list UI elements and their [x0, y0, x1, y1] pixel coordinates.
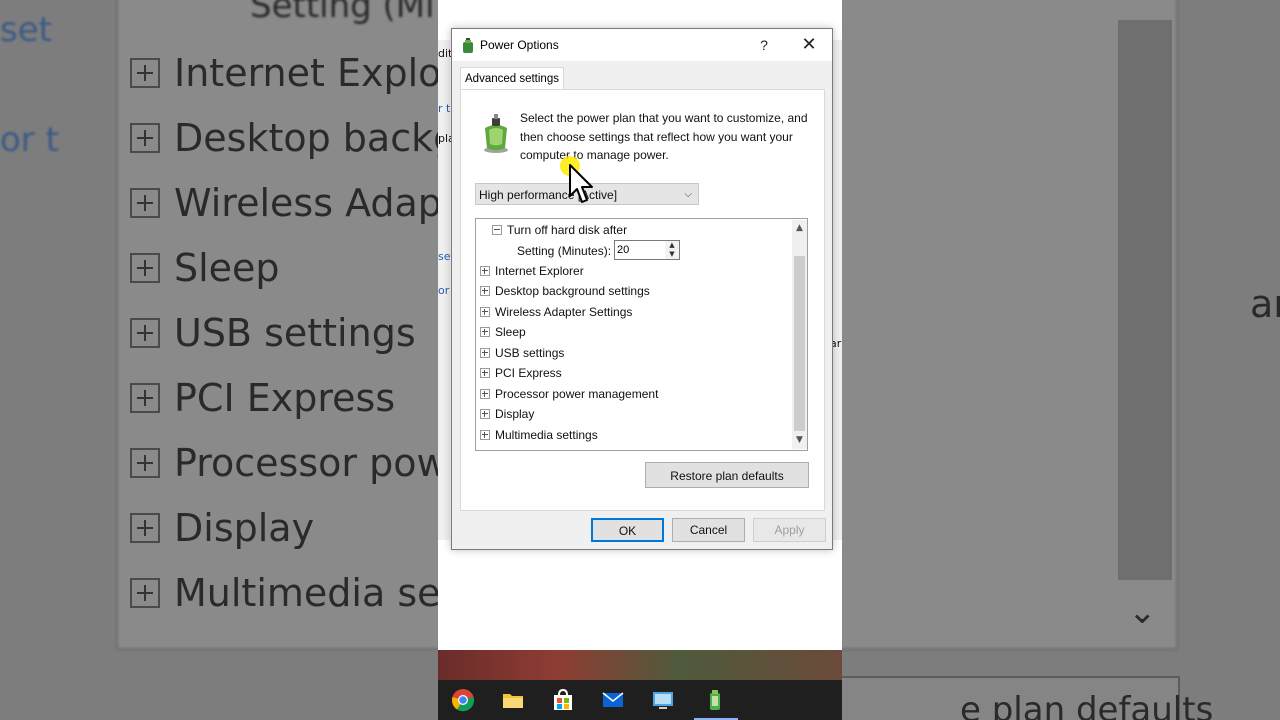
- scroll-up-icon[interactable]: ▲: [792, 220, 807, 237]
- chevron-down-icon: ⌄: [1128, 592, 1157, 632]
- tree-item-label: Display: [495, 407, 535, 421]
- expand-icon[interactable]: [480, 347, 490, 358]
- ok-button[interactable]: OK: [591, 518, 664, 542]
- setting-minutes-label: Setting (Minutes):: [517, 244, 612, 258]
- tree-item-label: PCI Express: [495, 366, 562, 380]
- chevron-down-icon: ⌵: [684, 189, 692, 200]
- expand-icon: [130, 122, 160, 153]
- expand-icon: [130, 252, 160, 283]
- expand-icon[interactable]: [480, 306, 490, 317]
- expand-icon[interactable]: [480, 388, 490, 399]
- title-bar[interactable]: Power Options ? ✕: [452, 29, 832, 61]
- expand-icon: [130, 512, 160, 543]
- power-options-taskbar-icon[interactable]: [703, 688, 727, 712]
- help-button[interactable]: ?: [754, 35, 774, 55]
- tree-item-label: Internet Explorer: [495, 264, 584, 278]
- close-button[interactable]: ✕: [798, 35, 820, 57]
- tree-item-internet-explorer[interactable]: Internet Explorer: [480, 261, 584, 281]
- expand-icon: [130, 382, 160, 413]
- apply-button[interactable]: Apply: [753, 518, 826, 542]
- tree-item-label: Sleep: [495, 325, 526, 339]
- tree-item-sleep[interactable]: Sleep: [480, 322, 526, 342]
- minutes-stepper[interactable]: ▲ ▼: [614, 240, 680, 260]
- background-list-item: Multimedia setti: [174, 570, 481, 615]
- store-icon[interactable]: [551, 688, 575, 712]
- tree-item-label: Processor power management: [495, 387, 659, 401]
- expand-icon: [130, 57, 160, 88]
- expand-icon: [130, 577, 160, 608]
- cancel-button[interactable]: Cancel: [672, 518, 745, 542]
- background-restore-label: e plan defaults: [960, 690, 1214, 720]
- desktop-wallpaper: [438, 650, 842, 680]
- background-list-item: Sleep: [174, 245, 280, 290]
- mouse-cursor-icon: [569, 164, 593, 203]
- control-panel-icon[interactable]: [651, 688, 675, 712]
- minutes-input[interactable]: [617, 242, 661, 258]
- background-list-item: Wireless Adapte: [174, 180, 481, 225]
- tab-advanced-settings[interactable]: Advanced settings: [460, 67, 564, 90]
- power-options-icon: [463, 38, 473, 53]
- expand-icon[interactable]: [480, 408, 490, 419]
- background-list-item: USB settings: [174, 310, 416, 355]
- taskbar-bar: [438, 680, 842, 720]
- background-left-link-2: or t: [0, 120, 59, 160]
- expand-icon[interactable]: [480, 285, 490, 296]
- power-plan-selected: High performance [Active]: [479, 188, 618, 202]
- tree-item-display[interactable]: Display: [480, 404, 534, 424]
- advanced-settings-panel: Select the power plan that you want to c…: [460, 89, 825, 511]
- tree-item-label: Wireless Adapter Settings: [495, 305, 633, 319]
- file-explorer-icon[interactable]: [501, 688, 525, 712]
- tree-item-label: Multimedia settings: [495, 428, 598, 442]
- tree-item-wireless-adapter[interactable]: Wireless Adapter Settings: [480, 302, 632, 322]
- tree-item-label: Desktop background settings: [495, 284, 650, 298]
- expand-icon[interactable]: [480, 367, 490, 378]
- spin-up-icon[interactable]: ▲: [665, 241, 679, 250]
- expand-icon[interactable]: [480, 429, 490, 440]
- tree-scrollbar[interactable]: ▲ ▼: [792, 220, 807, 449]
- underlying-link: r t: [438, 102, 451, 115]
- expand-icon[interactable]: [480, 326, 490, 337]
- expand-icon: [130, 187, 160, 218]
- tree-item-desktop-background[interactable]: Desktop background settings: [480, 281, 650, 301]
- background-scrollbar: [1118, 20, 1172, 580]
- settings-tree[interactable]: Turn off hard disk after Setting (Minute…: [475, 218, 808, 451]
- dialog-title: Power Options: [480, 38, 559, 52]
- background-right-fragment: ar: [1250, 282, 1280, 326]
- power-options-dialog: Power Options ? ✕ Advanced settings Sele…: [451, 28, 833, 550]
- expand-icon: [130, 447, 160, 478]
- tree-item-multimedia[interactable]: Multimedia settings: [480, 425, 598, 445]
- background-list-item: Desktop backgr: [174, 115, 473, 160]
- power-plan-icon: [484, 114, 508, 153]
- tree-item-label: Turn off hard disk after: [507, 223, 628, 237]
- scroll-down-icon[interactable]: ▼: [792, 432, 807, 449]
- background-list-item: Display: [174, 505, 315, 550]
- close-icon: ✕: [801, 34, 817, 55]
- tree-item-label: USB settings: [495, 346, 565, 360]
- collapse-icon[interactable]: [492, 224, 502, 235]
- mail-icon[interactable]: [601, 688, 625, 712]
- scrollbar-thumb[interactable]: [794, 256, 805, 431]
- tree-item-processor-power[interactable]: Processor power management: [480, 384, 658, 404]
- restore-plan-defaults-button[interactable]: Restore plan defaults: [645, 462, 809, 488]
- expand-icon[interactable]: [480, 265, 490, 276]
- tree-item-pci-express[interactable]: PCI Express: [480, 363, 562, 383]
- chrome-icon[interactable]: [451, 688, 475, 712]
- taskbar: [438, 650, 842, 720]
- tree-item-hard-disk[interactable]: Turn off hard disk after: [492, 220, 627, 240]
- background-list-item: PCI Express: [174, 375, 396, 420]
- expand-icon: [130, 317, 160, 348]
- tree-item-usb-settings[interactable]: USB settings: [480, 343, 564, 363]
- background-left-link: set: [0, 10, 52, 50]
- spin-down-icon[interactable]: ▼: [665, 250, 679, 259]
- background-heading: Setting (Mi: [250, 0, 435, 26]
